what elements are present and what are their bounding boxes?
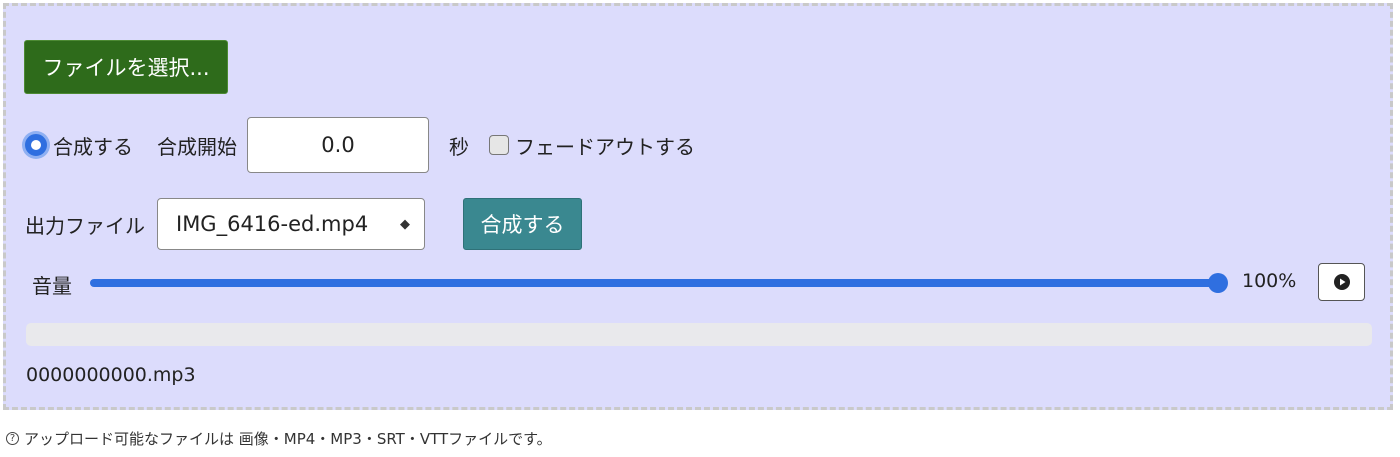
audio-progress-bar <box>26 323 1372 346</box>
select-arrows-icon: ◆ <box>400 216 410 232</box>
start-time-label: 合成開始 <box>157 134 237 159</box>
compose-row: 合成する 合成開始 秒 フェードアウトする <box>25 117 695 173</box>
upload-help-note: ? アップロード可能なファイルは 画像・MP4・MP3・SRT・VTTファイルで… <box>6 428 552 449</box>
play-icon <box>1333 274 1350 290</box>
output-row: 出力ファイル IMG_6416-ed.mp4 ◆ <box>25 198 425 250</box>
compose-radio[interactable] <box>25 134 47 156</box>
volume-slider-track[interactable] <box>90 279 1220 287</box>
output-file-label: 出力ファイル <box>25 213 145 238</box>
compose-radio-label[interactable]: 合成する <box>53 131 133 160</box>
seconds-unit: 秒 <box>449 134 469 159</box>
audio-file-name: 0000000000.mp3 <box>26 364 196 386</box>
compose-button[interactable]: 合成する <box>463 198 582 250</box>
fade-out-checkbox[interactable] <box>489 135 509 155</box>
play-button[interactable] <box>1318 263 1365 301</box>
output-file-select[interactable]: IMG_6416-ed.mp4 ◆ <box>157 198 425 250</box>
start-time-input[interactable] <box>247 117 429 173</box>
file-select-button[interactable]: ファイルを選択... <box>24 40 228 94</box>
volume-value: 100% <box>1242 270 1297 292</box>
upload-help-text: アップロード可能なファイルは 画像・MP4・MP3・SRT・VTTファイルです。 <box>24 430 552 448</box>
output-file-selected: IMG_6416-ed.mp4 <box>176 212 369 236</box>
radio-dot <box>31 140 41 150</box>
help-icon: ? <box>6 432 19 445</box>
fade-out-label[interactable]: フェードアウトする <box>515 131 695 160</box>
volume-slider-thumb[interactable] <box>1208 273 1228 293</box>
volume-label: 音量 <box>32 274 72 298</box>
